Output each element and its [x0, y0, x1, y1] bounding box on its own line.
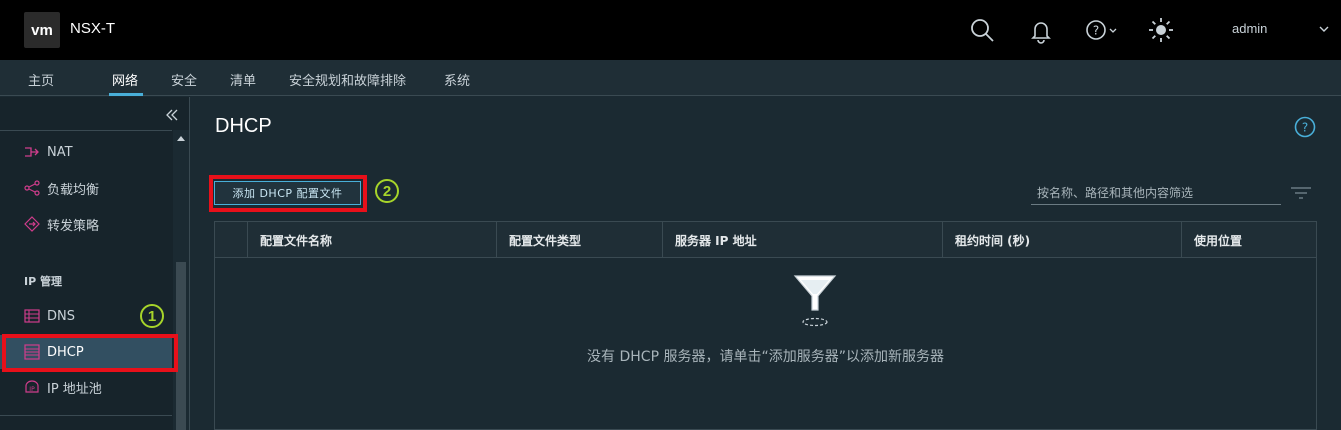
svg-text:IP: IP	[29, 386, 35, 393]
column-header-server-ip[interactable]: 服务器 IP 地址	[662, 222, 942, 258]
sidebar-item-label: NAT	[47, 144, 73, 160]
sidebar-item-forwarding-policy[interactable]: 转发策略	[0, 207, 172, 241]
column-header-where-used[interactable]: 使用位置	[1181, 222, 1316, 258]
ip-pool-icon: IP	[25, 380, 39, 393]
ip-management-section-title: IP 管理	[24, 275, 62, 288]
help-icon[interactable]: ?	[1294, 116, 1316, 138]
dns-icon	[24, 309, 40, 323]
sidebar-item-label: 转发策略	[47, 218, 100, 234]
tab-system[interactable]: 系统	[444, 70, 470, 89]
bell-icon[interactable]	[1027, 16, 1055, 44]
nat-icon	[25, 147, 39, 157]
chevron-down-icon[interactable]	[1318, 23, 1330, 35]
filter-icon[interactable]	[1290, 186, 1312, 200]
empty-state-message: 没有 DHCP 服务器，请单击“添加服务器”以添加新服务器	[587, 349, 944, 365]
sidebar-item-label: DNS	[47, 308, 75, 324]
sun-icon[interactable]	[1147, 16, 1175, 44]
svg-text:?: ?	[1302, 121, 1308, 135]
step-marker-1: 1	[140, 304, 164, 328]
tab-networking[interactable]: 网络	[112, 70, 138, 89]
svg-text:?: ?	[1093, 24, 1099, 38]
app-title[interactable]: NSX-T	[70, 20, 115, 37]
filter-input[interactable]	[1031, 181, 1281, 205]
help-menu-icon[interactable]: ?	[1084, 16, 1120, 44]
tab-security[interactable]: 安全	[171, 70, 197, 89]
column-header-lease-time[interactable]: 租约时间 (秒)	[942, 222, 1181, 258]
column-header-profile-name[interactable]: 配置文件名称	[247, 222, 496, 258]
sidebar-item-label: 负载均衡	[47, 182, 100, 198]
column-header-profile-type[interactable]: 配置文件类型	[496, 222, 662, 258]
tab-plan-troubleshoot[interactable]: 安全规划和故障排除	[289, 70, 406, 89]
search-icon[interactable]	[968, 16, 996, 44]
forwarding-policy-icon	[24, 216, 40, 232]
divider	[0, 130, 172, 131]
sidebar-item-label: IP 地址池	[47, 381, 102, 397]
main-content: DHCP ? 添加 DHCP 配置文件 配置文件名称 配置文件类型 服务器 IP…	[191, 97, 1341, 430]
sidebar-item-ip-pool[interactable]: IP IP 地址池	[0, 370, 172, 404]
sidebar-scrollbar[interactable]	[173, 130, 189, 430]
page-title: DHCP	[215, 115, 272, 137]
tab-home[interactable]: 主页	[28, 70, 54, 89]
load-balancer-icon	[24, 180, 40, 196]
table-header: 配置文件名称 配置文件类型 服务器 IP 地址 租约时间 (秒) 使用位置	[215, 222, 1316, 258]
dhcp-highlight-box	[2, 334, 178, 372]
vmware-logo[interactable]: vm	[24, 12, 60, 48]
add-dhcp-profile-button[interactable]: 添加 DHCP 配置文件	[214, 181, 361, 205]
main-nav: 主页 网络 安全 清单 安全规划和故障排除 系统	[0, 60, 1341, 96]
sidebar: NAT 负载均衡 转发策略 IP 管理 DNS DHCP IP IP 地址池	[0, 97, 190, 430]
divider	[0, 415, 172, 416]
sidebar-item-nat[interactable]: NAT	[0, 135, 172, 169]
dhcp-profiles-table: 配置文件名称 配置文件类型 服务器 IP 地址 租约时间 (秒) 使用位置 没有…	[214, 221, 1317, 430]
scroll-up-arrow-icon[interactable]	[177, 136, 185, 141]
collapse-sidebar-icon[interactable]	[164, 107, 180, 123]
top-header: vm NSX-T ? admin	[0, 0, 1341, 60]
user-menu[interactable]: admin	[1232, 21, 1267, 36]
tab-inventory[interactable]: 清单	[230, 70, 256, 89]
sidebar-item-load-balancing[interactable]: 负载均衡	[0, 171, 172, 205]
active-tab-indicator	[109, 93, 143, 96]
empty-filter-funnel-icon	[793, 275, 837, 327]
